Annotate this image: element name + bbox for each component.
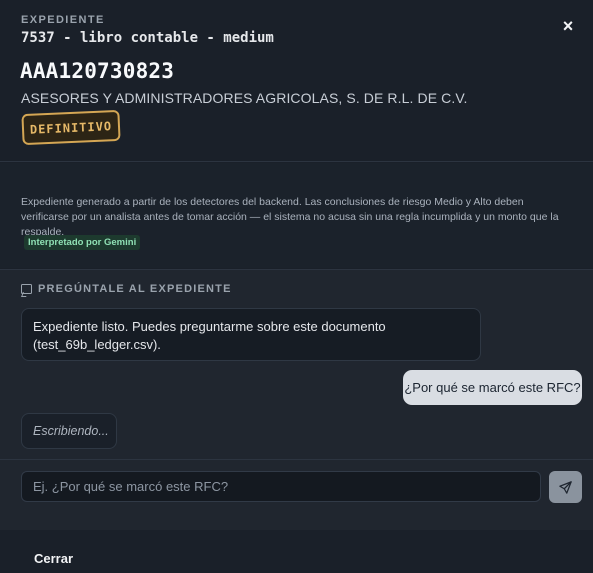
ai-interpretation-tag: Interpretado por Gemini xyxy=(24,235,141,250)
chat-bubble-icon xyxy=(21,284,32,294)
disclaimer-text: Expediente generado a partir de los dete… xyxy=(21,196,559,238)
typing-indicator: Escribiendo... xyxy=(21,413,117,449)
chat-section: PREGÚNTALE AL EXPEDIENTE Expediente list… xyxy=(0,269,593,459)
rfc-title: AAA120730823 xyxy=(20,59,175,83)
close-button[interactable]: Cerrar xyxy=(34,551,73,566)
close-icon[interactable]: × xyxy=(558,16,578,36)
disclaimer-section: Expediente generado a partir de los dete… xyxy=(0,163,593,268)
status-badge: DEFINITIVO xyxy=(21,109,121,146)
send-button[interactable] xyxy=(549,471,582,503)
question-input[interactable] xyxy=(21,471,541,502)
chat-composer xyxy=(0,459,593,530)
company-name: ASESORES Y ADMINISTRADORES AGRICOLAS, S.… xyxy=(21,90,468,106)
expediente-panel: EXPEDIENTE 7537 - libro contable - mediu… xyxy=(0,0,593,573)
eyebrow-label: EXPEDIENTE xyxy=(21,14,105,26)
user-message: ¿Por qué se marcó este RFC? xyxy=(403,370,582,405)
panel-footer: Cerrar xyxy=(0,530,593,573)
assistant-message: Expediente listo. Puedes preguntarme sob… xyxy=(21,308,481,361)
expediente-subtitle: 7537 - libro contable - medium xyxy=(21,30,274,46)
chat-title: PREGÚNTALE AL EXPEDIENTE xyxy=(21,283,232,295)
send-icon xyxy=(559,480,572,494)
chat-title-label: PREGÚNTALE AL EXPEDIENTE xyxy=(38,283,232,295)
expediente-header: EXPEDIENTE 7537 - libro contable - mediu… xyxy=(0,0,593,162)
